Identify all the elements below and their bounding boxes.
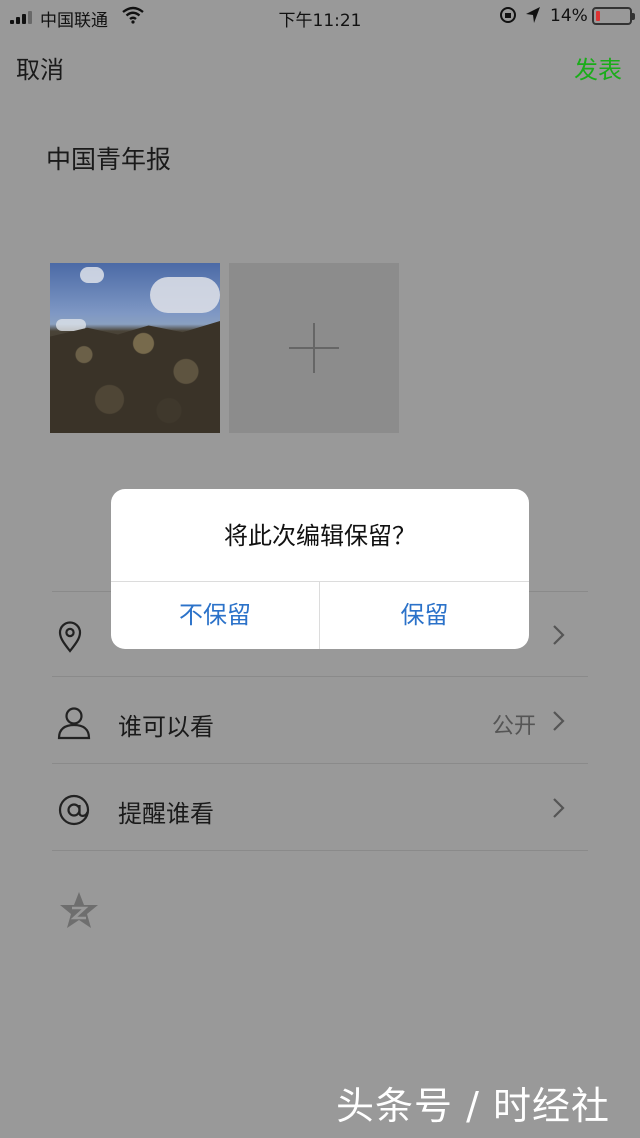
cancel-button[interactable]: 取消 [16, 50, 64, 85]
chevron-right-icon [552, 624, 566, 646]
mention-row[interactable]: 提醒谁看 [52, 765, 588, 851]
chevron-right-icon [552, 710, 566, 732]
visibility-row[interactable]: 谁可以看 公开 [52, 678, 588, 764]
post-text-input[interactable]: 中国青年报 [46, 140, 171, 176]
discard-button[interactable]: 不保留 [111, 582, 319, 649]
keep-draft-dialog: 将此次编辑保留？ 不保留 保留 [111, 489, 529, 649]
battery-percent: 14% [550, 6, 588, 26]
battery-icon [592, 7, 635, 25]
cloud [80, 267, 104, 283]
cloud [150, 277, 220, 313]
location-arrow-icon [524, 5, 542, 30]
chevron-right-icon [552, 797, 566, 819]
status-bar: 中国联通 下午11:21 14% [0, 0, 640, 34]
clock-time: 下午11:21 [278, 11, 362, 31]
battery-level [596, 11, 600, 21]
visibility-value: 公开 [491, 714, 536, 739]
person-icon [56, 706, 92, 740]
watermark: 头条号 / 时经社 [336, 1084, 610, 1128]
mention-label: 提醒谁看 [118, 800, 214, 828]
publish-button[interactable]: 发表 [574, 50, 622, 85]
at-icon [56, 793, 92, 826]
mountain [50, 321, 220, 433]
dialog-title: 将此次编辑保留？ [224, 522, 416, 550]
plus-icon [313, 323, 315, 373]
keep-button[interactable]: 保留 [320, 582, 529, 649]
photo-thumbnail[interactable] [50, 263, 220, 433]
qzone-star-icon[interactable] [58, 890, 100, 932]
rotation-lock-icon [498, 5, 518, 30]
location-pin-icon [56, 620, 92, 653]
visibility-label: 谁可以看 [118, 713, 214, 741]
add-photo-button[interactable] [229, 263, 399, 433]
